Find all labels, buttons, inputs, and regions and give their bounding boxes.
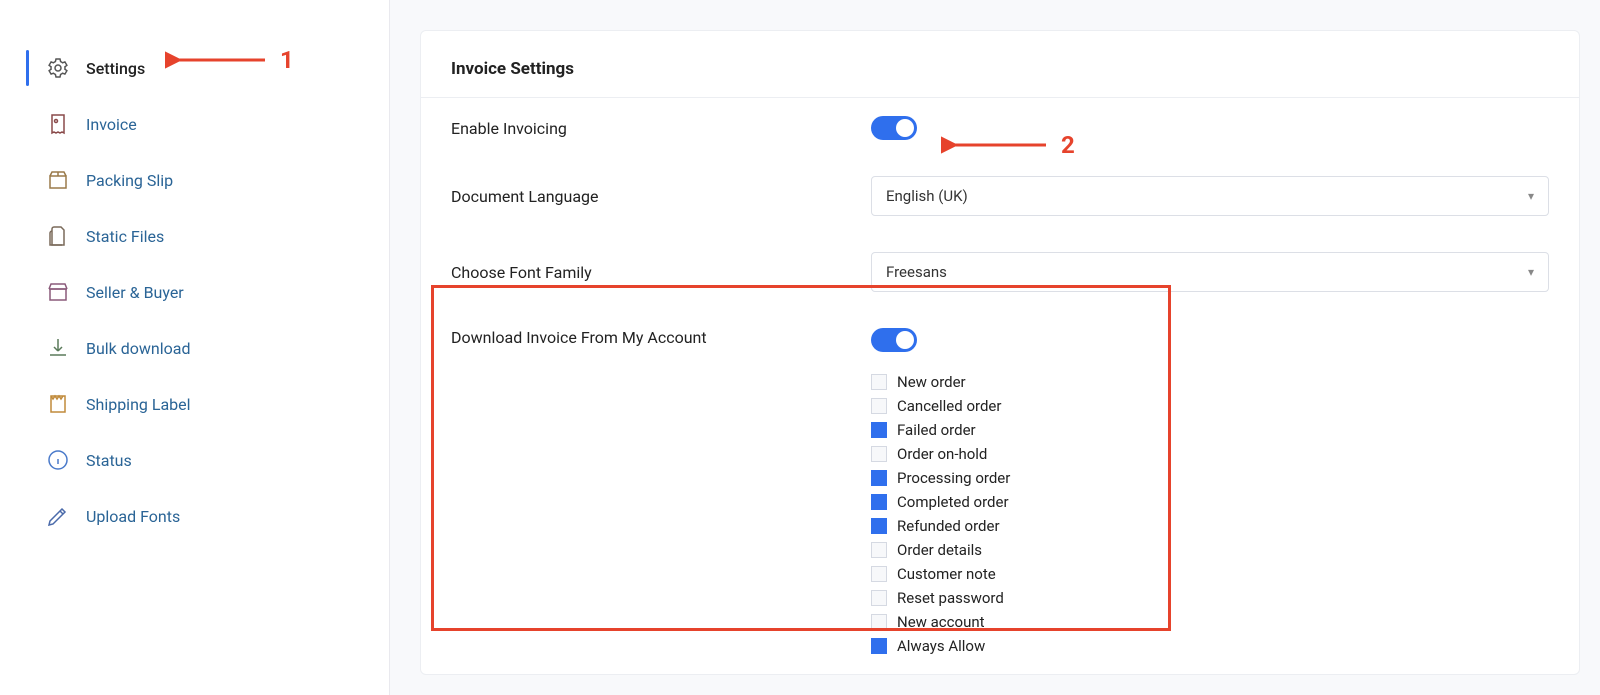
enable-invoicing-label: Enable Invoicing — [451, 119, 871, 138]
gear-icon — [44, 54, 72, 82]
sidebar-item-bulk-download[interactable]: Bulk download — [0, 320, 389, 376]
sidebar-item-shipping-label[interactable]: Shipping Label — [0, 376, 389, 432]
main-content: Invoice Settings Enable Invoicing Docume… — [390, 0, 1600, 695]
sidebar-item-label: Status — [86, 451, 132, 470]
pen-icon — [44, 502, 72, 530]
sidebar-item-packing-slip[interactable]: Packing Slip — [0, 152, 389, 208]
option-order-details[interactable]: Order details — [871, 540, 1549, 560]
option-failed-order[interactable]: Failed order — [871, 420, 1549, 440]
file-icon — [44, 222, 72, 250]
download-invoice-options: New order Cancelled order Failed order O… — [871, 372, 1549, 656]
document-language-value: English (UK) — [886, 187, 968, 205]
font-family-select[interactable]: Freesans ▾ — [871, 252, 1549, 292]
download-invoice-toggle[interactable] — [871, 328, 917, 352]
sidebar-item-upload-fonts[interactable]: Upload Fonts — [0, 488, 389, 544]
store-icon — [44, 278, 72, 306]
option-processing-order[interactable]: Processing order — [871, 468, 1549, 488]
sidebar-item-label: Bulk download — [86, 339, 191, 358]
font-family-label: Choose Font Family — [451, 263, 871, 282]
row-font-family: Choose Font Family Freesans ▾ — [421, 234, 1579, 310]
sidebar-item-label: Shipping Label — [86, 395, 191, 414]
document-language-select[interactable]: English (UK) ▾ — [871, 176, 1549, 216]
download-icon — [44, 334, 72, 362]
row-download-invoice: Download Invoice From My Account New ord… — [421, 310, 1579, 674]
option-reset-password[interactable]: Reset password — [871, 588, 1549, 608]
option-new-order[interactable]: New order — [871, 372, 1549, 392]
chevron-down-icon: ▾ — [1528, 189, 1534, 203]
sidebar-item-label: Static Files — [86, 227, 164, 246]
box-icon — [44, 166, 72, 194]
info-icon — [44, 446, 72, 474]
chevron-down-icon: ▾ — [1528, 265, 1534, 279]
sidebar-item-settings[interactable]: Settings — [0, 40, 389, 96]
download-invoice-label: Download Invoice From My Account — [451, 328, 871, 347]
option-customer-note[interactable]: Customer note — [871, 564, 1549, 584]
sidebar-item-label: Packing Slip — [86, 171, 173, 190]
sidebar-item-label: Seller & Buyer — [86, 283, 184, 302]
option-order-on-hold[interactable]: Order on-hold — [871, 444, 1549, 464]
sidebar-item-seller-buyer[interactable]: Seller & Buyer — [0, 264, 389, 320]
page-title: Invoice Settings — [421, 31, 1579, 98]
sidebar-item-static-files[interactable]: Static Files — [0, 208, 389, 264]
sidebar-item-label: Settings — [86, 59, 145, 78]
sidebar-item-label: Upload Fonts — [86, 507, 180, 526]
option-always-allow[interactable]: Always Allow — [871, 636, 1549, 656]
row-document-language: Document Language English (UK) ▾ — [421, 158, 1579, 234]
sidebar-item-label: Invoice — [86, 115, 137, 134]
option-new-account[interactable]: New account — [871, 612, 1549, 632]
sidebar-item-status[interactable]: Status — [0, 432, 389, 488]
font-family-value: Freesans — [886, 263, 947, 281]
settings-card: Invoice Settings Enable Invoicing Docume… — [420, 30, 1580, 675]
row-enable-invoicing: Enable Invoicing — [421, 98, 1579, 158]
label-icon — [44, 390, 72, 418]
sidebar: Settings Invoice Packing Slip Static Fil… — [0, 0, 390, 695]
option-cancelled-order[interactable]: Cancelled order — [871, 396, 1549, 416]
option-refunded-order[interactable]: Refunded order — [871, 516, 1549, 536]
option-completed-order[interactable]: Completed order — [871, 492, 1549, 512]
invoice-icon — [44, 110, 72, 138]
enable-invoicing-toggle[interactable] — [871, 116, 917, 140]
document-language-label: Document Language — [451, 187, 871, 206]
sidebar-item-invoice[interactable]: Invoice — [0, 96, 389, 152]
